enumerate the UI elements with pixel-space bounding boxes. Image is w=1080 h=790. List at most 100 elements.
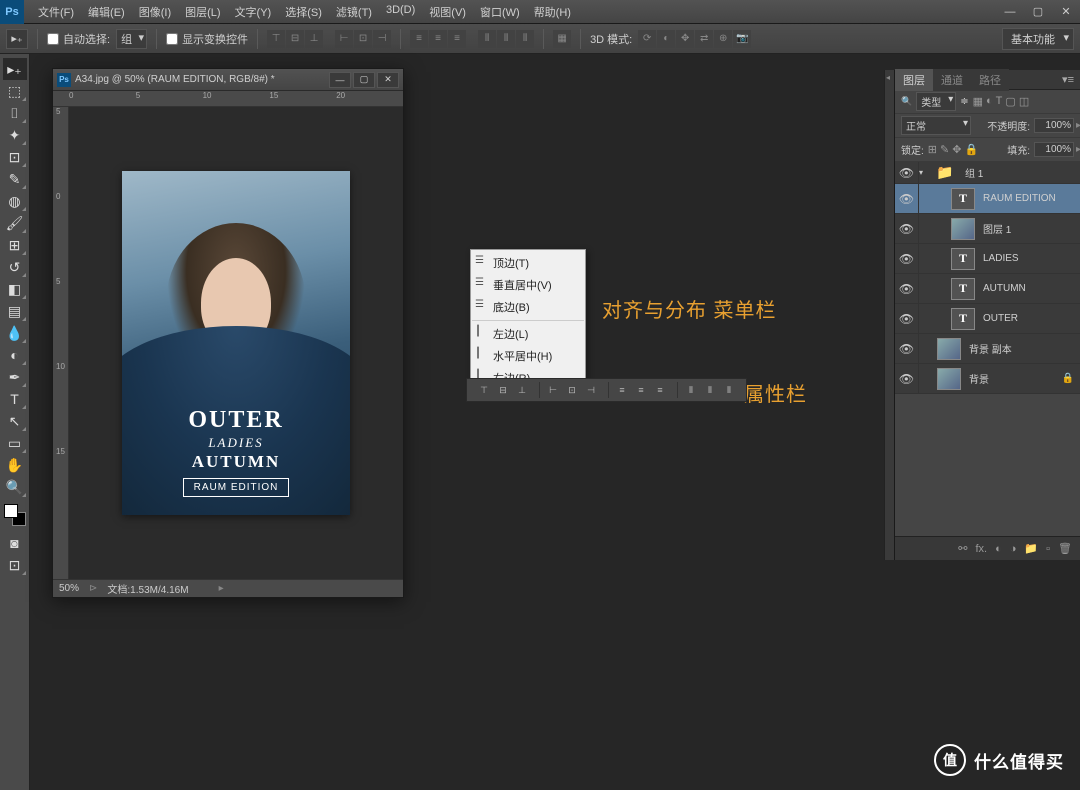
strip-align-left-icon[interactable]: ⊢ [544,382,562,398]
visibility-toggle[interactable]: 👁 [895,244,919,273]
fx-icon[interactable]: fx. [975,543,987,555]
layer-group[interactable]: 👁 ▾ 📁 组 1 [895,162,1080,184]
visibility-toggle[interactable]: 👁 [895,274,919,303]
layer-autumn[interactable]: 👁 T AUTUMN [895,274,1080,304]
align-hcenter-icon[interactable]: ⊡ [354,30,372,48]
filter-type-icon[interactable]: T [996,95,1003,108]
align-top-icon[interactable]: ⊤ [267,30,285,48]
layer-outer[interactable]: 👁 T OUTER [895,304,1080,334]
lock-trans-icon[interactable]: ⊞ [928,143,937,156]
zoom-tool[interactable]: 🔍 [3,476,27,498]
pen-tool[interactable]: ✒ [3,366,27,388]
menu-file[interactable]: 文件(F) [32,1,80,23]
horizontal-ruler[interactable]: 05101520 [53,91,403,107]
minimize-button[interactable]: — [996,2,1024,22]
workspace-dropdown[interactable]: 基本功能 [1002,28,1074,50]
blur-tool[interactable]: 💧 [3,322,27,344]
screenmode-tool[interactable]: ⊡ [3,554,27,576]
layer-1[interactable]: 👁 图层 1 [895,214,1080,244]
maximize-button[interactable]: ▢ [1024,2,1052,22]
layer-bg-copy[interactable]: 👁 背景 副本 [895,334,1080,364]
layer-ladies[interactable]: 👁 T LADIES [895,244,1080,274]
opacity-input[interactable]: 100% [1034,118,1074,133]
ctx-align-vcenter[interactable]: 垂直居中(V) [471,274,585,296]
lock-all-icon[interactable]: 🔒 [964,143,978,156]
3d-slide-icon[interactable]: ⇄ [695,30,713,48]
visibility-toggle[interactable]: 👁 [895,364,919,393]
menu-image[interactable]: 图像(I) [133,1,177,23]
auto-align-icon[interactable]: ▦ [553,30,571,48]
strip-align-right-icon[interactable]: ⊣ [582,382,600,398]
dist-hcenter-icon[interactable]: ⦀ [497,30,515,48]
layer-bg[interactable]: 👁 背景 🔒 [895,364,1080,394]
dist-top-icon[interactable]: ≡ [410,30,428,48]
filter-pixel-icon[interactable]: ▦ [973,95,983,108]
tab-paths[interactable]: 路径 [971,69,1009,91]
stamp-tool[interactable]: ⊞ [3,234,27,256]
menu-help[interactable]: 帮助(H) [528,1,577,23]
tab-channels[interactable]: 通道 [933,69,971,91]
brush-tool[interactable]: 🖌 [3,212,27,234]
canvas[interactable]: OUTER LADIES AUTUMN RAUM EDITION [69,107,403,579]
type-tool[interactable]: T [3,388,27,410]
menu-view[interactable]: 视图(V) [423,1,472,23]
align-right-icon[interactable]: ⊣ [373,30,391,48]
delete-layer-icon[interactable]: 🗑 [1058,542,1072,555]
dodge-tool[interactable]: ◐ [3,344,27,366]
panel-collapse-strip[interactable] [884,70,894,560]
doc-maximize-button[interactable]: ▢ [353,72,375,88]
menu-type[interactable]: 文字(Y) [229,1,278,23]
3d-camera-icon[interactable]: 📷 [733,30,751,48]
dist-bottom-icon[interactable]: ≡ [448,30,466,48]
marquee-tool[interactable]: ⬚ [3,80,27,102]
link-layers-icon[interactable]: ⚯ [958,542,967,555]
wand-tool[interactable]: ✦ [3,124,27,146]
menu-layer[interactable]: 图层(L) [179,1,226,23]
zoom-level[interactable]: 50% [59,583,79,594]
3d-pan-icon[interactable]: ✥ [676,30,694,48]
3d-roll-icon[interactable]: ◐ [657,30,675,48]
align-left-icon[interactable]: ⊢ [335,30,353,48]
shape-tool[interactable]: ▭ [3,432,27,454]
ctx-align-left[interactable]: 左边(L) [471,323,585,345]
crop-tool[interactable]: ⊡ [3,146,27,168]
strip-dist-hc-icon[interactable]: ⦀ [701,382,719,398]
visibility-toggle[interactable]: 👁 [895,184,919,213]
lock-pos-icon[interactable]: ✥ [952,143,961,156]
new-layer-icon[interactable]: ▫ [1046,543,1050,555]
menu-filter[interactable]: 滤镜(T) [330,1,378,23]
doc-minimize-button[interactable]: — [329,72,351,88]
visibility-toggle[interactable]: 👁 [895,214,919,243]
ctx-align-hcenter[interactable]: 水平居中(H) [471,345,585,367]
document-titlebar[interactable]: Ps A34.jpg @ 50% (RAUM EDITION, RGB/8#) … [53,69,403,91]
blend-mode-dropdown[interactable]: 正常 [901,116,971,135]
ctx-align-bottom[interactable]: 底边(B) [471,296,585,318]
quickmask-tool[interactable]: ◙ [3,532,27,554]
tab-layers[interactable]: 图层 [895,69,933,91]
mask-icon[interactable]: ◐ [995,543,1002,555]
align-bottom-icon[interactable]: ⊥ [305,30,323,48]
eraser-tool[interactable]: ◧ [3,278,27,300]
fg-bg-swatch[interactable] [4,504,26,526]
auto-select-checkbox[interactable]: 自动选择: [47,31,110,47]
align-vcenter-icon[interactable]: ⊟ [286,30,304,48]
doc-close-button[interactable]: ✕ [377,72,399,88]
dist-vcenter-icon[interactable]: ≡ [429,30,447,48]
strip-dist-vc-icon[interactable]: ≡ [632,382,650,398]
dist-right-icon[interactable]: ⦀ [516,30,534,48]
layer-raum[interactable]: 👁 T RAUM EDITION [895,184,1080,214]
lock-pixel-icon[interactable]: ✎ [940,143,949,156]
history-brush-tool[interactable]: ↺ [3,256,27,278]
visibility-toggle[interactable]: 👁 [895,304,919,333]
heal-tool[interactable]: ◍ [3,190,27,212]
3d-zoom-icon[interactable]: ⊕ [714,30,732,48]
eyedropper-tool[interactable]: ✎ [3,168,27,190]
filter-kind-dropdown[interactable]: 类型 [916,92,956,111]
strip-align-top-icon[interactable]: ⊤ [475,382,493,398]
show-transform-checkbox[interactable]: 显示变换控件 [166,31,248,47]
vertical-ruler[interactable]: 5051015 [53,107,69,579]
close-button[interactable]: ✕ [1052,2,1080,22]
3d-orbit-icon[interactable]: ⟳ [638,30,656,48]
adjustment-icon[interactable]: ◑ [1010,543,1017,555]
gradient-tool[interactable]: ▤ [3,300,27,322]
